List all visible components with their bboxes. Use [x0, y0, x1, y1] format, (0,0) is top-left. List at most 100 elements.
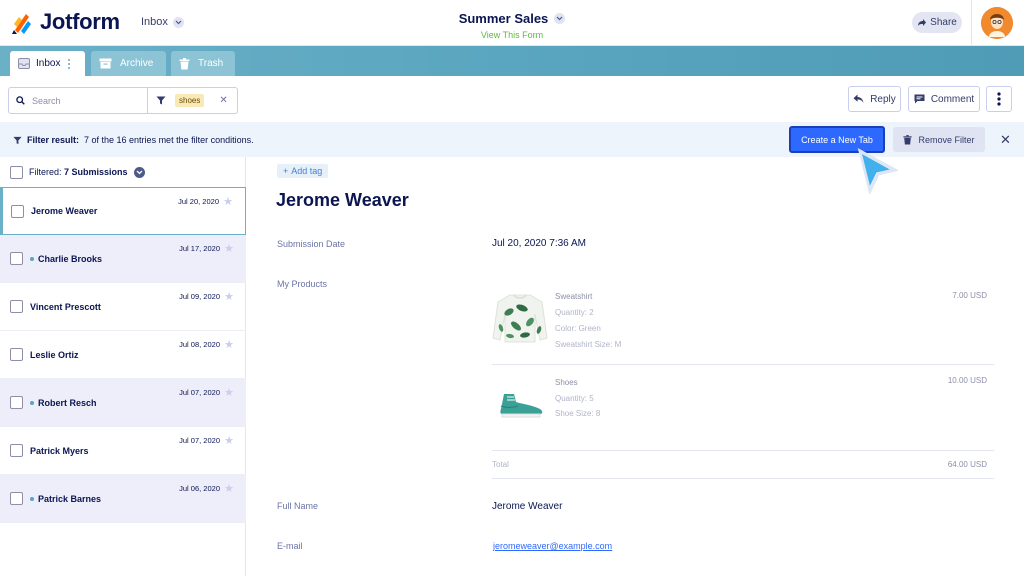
close-filter-bar-icon[interactable]: ✕ [1000, 132, 1011, 148]
submission-title: Jerome Weaver [276, 190, 409, 210]
list-header-text: Filtered: 7 Submissions [29, 167, 128, 177]
select-all-checkbox[interactable] [10, 165, 23, 179]
form-title[interactable]: Summer Sales [459, 11, 566, 26]
star-icon[interactable]: ★ [224, 242, 234, 255]
row-checkbox[interactable] [10, 492, 23, 505]
tab-inbox[interactable]: Inbox [10, 51, 85, 76]
list-item[interactable]: Patrick Barnes Jul 06, 2020 ★ [0, 475, 246, 523]
submitter-name-text: Patrick Barnes [38, 493, 102, 504]
reply-label: Reply [870, 93, 896, 105]
add-tag-button[interactable]: + Add tag [277, 164, 329, 178]
submission-date: Jul 07, 2020 [179, 436, 220, 445]
add-tag-label: Add tag [291, 166, 323, 176]
comment-label: Comment [930, 93, 975, 105]
user-avatar-icon [981, 7, 1013, 39]
view-form-link[interactable]: View This Form [0, 30, 1024, 40]
row-checkbox[interactable] [10, 348, 23, 361]
tab-archive[interactable]: Archive [91, 51, 166, 76]
tab-inbox-label: Inbox [36, 58, 61, 69]
avatar[interactable] [981, 7, 1013, 39]
list-item[interactable]: Patrick Myers Jul 07, 2020 ★ [0, 427, 246, 475]
star-icon[interactable]: ★ [223, 195, 233, 208]
row-checkbox[interactable] [10, 300, 23, 313]
list-item[interactable]: Charlie Brooks Jul 17, 2020 ★ [0, 235, 246, 283]
tab-archive-label: Archive [120, 58, 154, 69]
trash-icon [179, 57, 190, 69]
filter-area[interactable]: shoes ✕ [148, 88, 237, 113]
submitter-name: Patrick Barnes [30, 494, 101, 504]
filter-icon[interactable] [156, 96, 166, 105]
tab-trash[interactable]: Trash [171, 51, 235, 76]
remove-filter-button[interactable]: Remove Filter [893, 127, 985, 152]
inbox-icon [18, 58, 30, 69]
list-item[interactable]: Robert Resch Jul 07, 2020 ★ [0, 379, 246, 427]
submitter-name-text: Charlie Brooks [38, 253, 103, 264]
product-title: Shoes [555, 378, 578, 387]
star-icon[interactable]: ★ [224, 290, 234, 303]
share-label: Share [930, 17, 957, 28]
row-checkbox[interactable] [10, 252, 23, 265]
row-checkbox[interactable] [11, 204, 24, 218]
filter-result-message: 7 of the 16 entries met the filter condi… [84, 135, 254, 145]
email-link[interactable]: jeromeweaver@example.com [493, 541, 612, 551]
list-item[interactable]: Jerome Weaver Jul 20, 2020 ★ [0, 187, 246, 235]
star-icon[interactable]: ★ [224, 386, 234, 399]
filter-result-text: Filter result: 7 of the 16 entries met t… [13, 135, 254, 145]
comment-icon [914, 94, 925, 104]
search-bar: Search shoes ✕ [8, 87, 238, 114]
star-icon[interactable]: ★ [224, 434, 234, 447]
list-item[interactable]: Vincent Prescott Jul 09, 2020 ★ [0, 283, 246, 331]
share-button[interactable]: Share [912, 12, 962, 33]
unread-dot-icon [30, 401, 34, 406]
search-input[interactable]: Search [9, 88, 148, 113]
submitter-name: Charlie Brooks [30, 254, 102, 264]
submitter-name: Vincent Prescott [30, 301, 101, 312]
row-checkbox[interactable] [10, 396, 23, 409]
clear-filter-icon[interactable]: ✕ [219, 95, 227, 106]
product-price: 10.00 USD [947, 376, 987, 385]
divider [492, 364, 994, 365]
star-icon[interactable]: ★ [224, 482, 234, 495]
row-checkbox[interactable] [10, 444, 23, 457]
email-label: E-mail [277, 541, 303, 551]
divider [492, 478, 994, 479]
folder-tabs-bar: Inbox Archive Trash [0, 46, 1024, 76]
submission-date: Jul 17, 2020 [179, 244, 220, 253]
plus-icon: + [283, 166, 289, 176]
submission-date: Jul 20, 2020 [178, 197, 219, 206]
list-header: Filtered: 7 Submissions [0, 157, 246, 187]
tab-trash-label: Trash [198, 58, 224, 69]
submission-date: Jul 09, 2020 [179, 292, 220, 301]
chevron-down-icon[interactable] [133, 166, 145, 178]
submissions-list-panel: Filtered: 7 Submissions Jerome Weaver Ju… [0, 157, 246, 576]
search-icon [16, 96, 25, 105]
list-item[interactable]: Leslie Ortiz Jul 08, 2020 ★ [0, 331, 246, 379]
submitter-name-text: Robert Resch [38, 397, 97, 408]
filter-chip: shoes [175, 94, 205, 107]
submission-count: 7 Submissions [64, 167, 128, 177]
submission-date: Jul 06, 2020 [179, 484, 220, 493]
sweatshirt-image [492, 294, 548, 343]
remove-filter-label: Remove Filter [918, 134, 975, 145]
list-header-prefix: Filtered: [29, 167, 62, 177]
submission-date: Jul 08, 2020 [179, 340, 220, 349]
filter-icon [13, 136, 22, 144]
products-label: My Products [277, 279, 328, 289]
share-arrow-icon [918, 19, 927, 26]
product-detail: Quantity: 2 [555, 308, 594, 317]
form-title-text: Summer Sales [458, 11, 549, 26]
archive-icon [99, 58, 112, 69]
product-detail: Shoe Size: 8 [555, 409, 601, 418]
full-name-value: Jerome Weaver [492, 501, 563, 512]
form-title-block: Summer Sales View This Form [0, 10, 1024, 40]
submission-date-value: Jul 20, 2020 7:36 AM [492, 238, 586, 249]
submission-date-label: Submission Date [277, 239, 346, 249]
chevron-down-icon [554, 13, 566, 24]
star-icon[interactable]: ★ [224, 338, 234, 351]
comment-button[interactable]: Comment [908, 86, 980, 112]
tab-options-icon[interactable] [68, 58, 71, 69]
reply-button[interactable]: Reply [848, 86, 901, 112]
product-title: Sweatshirt [555, 292, 593, 301]
submission-date: Jul 07, 2020 [179, 388, 220, 397]
more-options-button[interactable] [986, 86, 1012, 112]
